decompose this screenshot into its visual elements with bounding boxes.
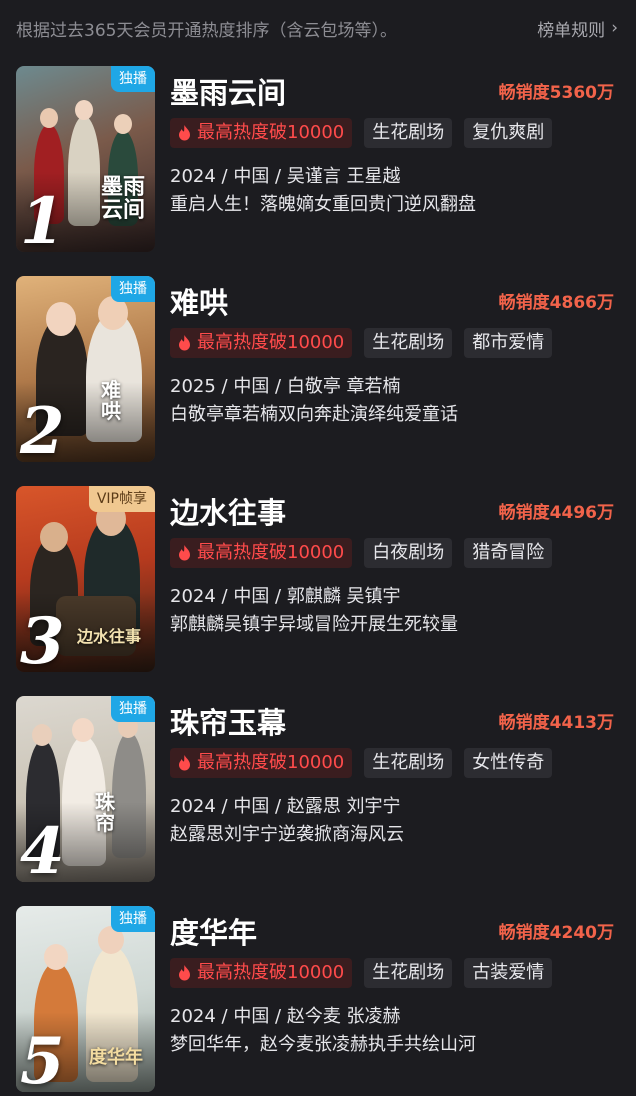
tag-row: 最高热度破10000 生花剧场 复仇爽剧: [170, 118, 553, 148]
hot-tag-label: 最高热度破10000: [197, 122, 345, 143]
ranking-item[interactable]: 度华年 5 独播 度华年 畅销度4240万 最高热度破10000 生花剧场 古装…: [0, 906, 636, 1092]
sales-index: 畅销度4240万: [498, 923, 614, 943]
show-meta: 2024 / 中国 / 赵露思 刘宇宁: [170, 796, 401, 817]
show-synopsis: 重启人生！落魄嫡女重回贵门逆风翻盘: [170, 194, 476, 215]
show-synopsis: 郭麒麟吴镇宇异域冒险开展生死较量: [170, 614, 458, 635]
tag-row: 最高热度破10000 生花剧场 都市爱情: [170, 328, 553, 358]
poster-image[interactable]: 珠 帘 4 独播: [16, 696, 155, 882]
poster-title-art: 度华年: [89, 1047, 143, 1069]
ranking-header: 根据过去365天会员开通热度排序（含云包场等）。 榜单规则 ›: [0, 0, 636, 56]
hot-tag: 最高热度破10000: [170, 748, 353, 778]
poster-title-art: 墨雨 云间: [100, 173, 145, 223]
show-synopsis: 赵露思刘宇宁逆袭掀商海风云: [170, 824, 404, 845]
poster-image[interactable]: 难 哄 2 独播: [16, 276, 155, 462]
poster-title-art: 珠 帘: [95, 790, 115, 835]
ranking-item[interactable]: 珠 帘 4 独播 珠帘玉幕 畅销度4413万 最高热度破10000 生花剧场 女…: [0, 696, 636, 882]
genre-tag[interactable]: 女性传奇: [464, 748, 553, 778]
tag-row: 最高热度破10000 生花剧场 女性传奇: [170, 748, 553, 778]
exclusive-badge: 独播: [111, 276, 155, 302]
genre-tag[interactable]: 都市爱情: [464, 328, 553, 358]
rank-number: 1: [20, 184, 65, 253]
ranking-description: 根据过去365天会员开通热度排序（含云包场等）。: [16, 20, 397, 41]
show-meta: 2024 / 中国 / 吴谨言 王星越: [170, 166, 401, 187]
genre-tag[interactable]: 猎奇冒险: [464, 538, 553, 568]
genre-tag[interactable]: 古装爱情: [464, 958, 553, 988]
rank-number: 3: [20, 604, 65, 673]
sales-index: 畅销度4866万: [498, 293, 614, 313]
tag-row: 最高热度破10000 生花剧场 古装爱情: [170, 958, 553, 988]
poster-image[interactable]: 边水往事 3 VIP帧享: [16, 486, 155, 672]
fire-icon: [179, 335, 190, 351]
poster-image[interactable]: 墨雨 云间 1 独播: [16, 66, 155, 252]
hot-tag-label: 最高热度破10000: [197, 542, 345, 563]
show-title[interactable]: 度华年: [170, 910, 257, 952]
hot-tag: 最高热度破10000: [170, 328, 353, 358]
show-synopsis: 白敬亭章若楠双向奔赴演绎纯爱童话: [170, 404, 458, 425]
ranking-rules-link[interactable]: 榜单规则 ›: [537, 16, 618, 41]
hot-tag: 最高热度破10000: [170, 538, 353, 568]
chevron-right-icon: ›: [611, 18, 618, 38]
show-title[interactable]: 难哄: [170, 280, 228, 322]
poster-title-art: 边水往事: [76, 627, 141, 647]
hot-tag-label: 最高热度破10000: [197, 962, 345, 983]
theater-tag[interactable]: 生花剧场: [364, 748, 453, 778]
exclusive-badge: 独播: [111, 66, 155, 92]
tag-row: 最高热度破10000 白夜剧场 猎奇冒险: [170, 538, 553, 568]
sales-index: 畅销度5360万: [498, 83, 614, 103]
ranking-item[interactable]: 墨雨 云间 1 独播 墨雨云间 畅销度5360万 最高热度破10000 生花剧场…: [0, 66, 636, 252]
vip-badge: VIP帧享: [88, 486, 155, 512]
rank-number: 2: [20, 394, 65, 463]
hot-tag: 最高热度破10000: [170, 958, 353, 988]
ranking-rules-label: 榜单规则: [537, 20, 606, 41]
fire-icon: [179, 545, 190, 561]
hot-tag: 最高热度破10000: [170, 118, 353, 148]
hot-tag-label: 最高热度破10000: [197, 752, 345, 773]
fire-icon: [179, 965, 190, 981]
theater-tag[interactable]: 生花剧场: [364, 328, 453, 358]
show-title[interactable]: 墨雨云间: [170, 70, 286, 112]
theater-tag[interactable]: 生花剧场: [364, 958, 453, 988]
exclusive-badge: 独播: [111, 696, 155, 722]
show-meta: 2025 / 中国 / 白敬亭 章若楠: [170, 376, 401, 397]
show-title[interactable]: 边水往事: [170, 490, 286, 532]
poster-image[interactable]: 度华年 5 独播: [16, 906, 155, 1092]
show-meta: 2024 / 中国 / 郭麒麟 吴镇宇: [170, 586, 401, 607]
rank-number: 4: [20, 814, 65, 883]
sales-index: 畅销度4413万: [498, 713, 614, 733]
ranking-item[interactable]: 难 哄 2 独播 难哄 畅销度4866万 最高热度破10000 生花剧场 都市爱…: [0, 276, 636, 462]
rank-number: 5: [20, 1024, 65, 1093]
hot-tag-label: 最高热度破10000: [197, 332, 345, 353]
show-title[interactable]: 珠帘玉幕: [170, 700, 286, 742]
fire-icon: [179, 125, 190, 141]
sales-index: 畅销度4496万: [498, 503, 614, 523]
ranking-item[interactable]: 边水往事 3 VIP帧享 边水往事 畅销度4496万 最高热度破10000 白夜…: [0, 486, 636, 672]
theater-tag[interactable]: 白夜剧场: [364, 538, 453, 568]
show-meta: 2024 / 中国 / 赵今麦 张凌赫: [170, 1006, 401, 1027]
genre-tag[interactable]: 复仇爽剧: [464, 118, 553, 148]
fire-icon: [179, 755, 190, 771]
theater-tag[interactable]: 生花剧场: [364, 118, 453, 148]
poster-title-art: 难 哄: [101, 378, 121, 423]
exclusive-badge: 独播: [111, 906, 155, 932]
show-synopsis: 梦回华年，赵今麦张凌赫执手共绘山河: [170, 1034, 476, 1055]
